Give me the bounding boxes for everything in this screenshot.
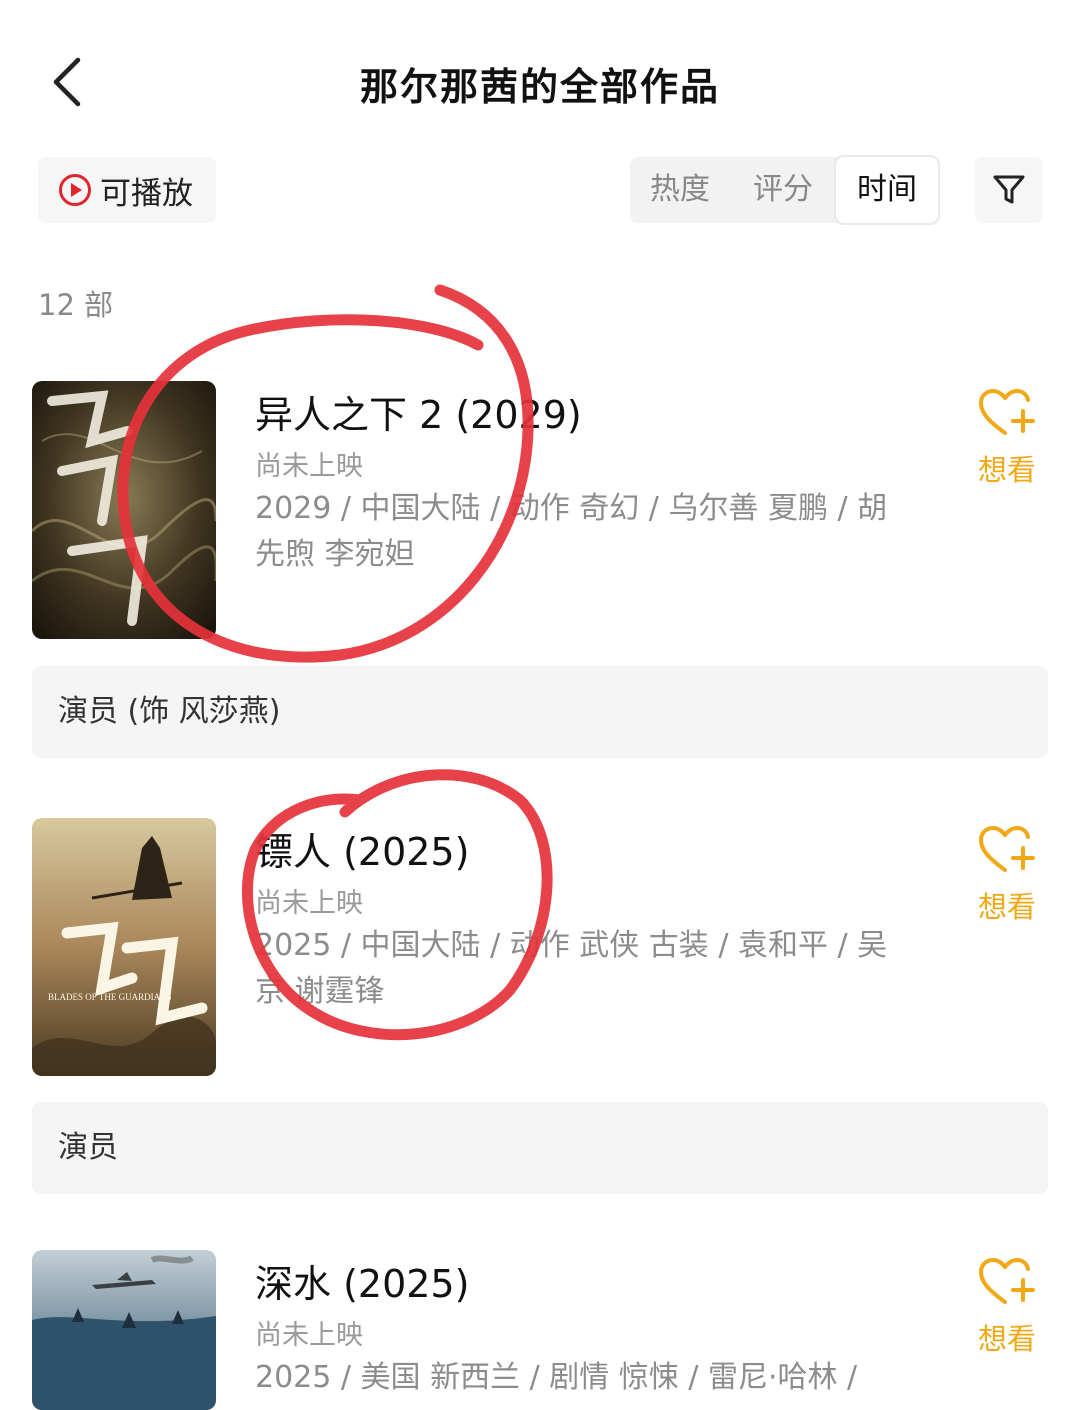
movie-title[interactable]: 镖人 (2025) [255, 821, 469, 876]
heart-plus-icon [979, 389, 1035, 435]
want-to-watch-button[interactable]: 想看 [972, 387, 1042, 489]
want-label: 想看 [977, 1322, 1036, 1356]
sort-hot-tab[interactable]: 热度 [630, 157, 730, 223]
movie-meta: 2025 / 美国 新西兰 / 剧情 惊悚 / 雷尼·哈林 / [255, 1360, 858, 1395]
movie-poster[interactable] [32, 381, 216, 639]
sort-segmented-control: 热度 评分 时间 [630, 157, 938, 223]
page-title: 那尔那茜的全部作品 [359, 65, 720, 109]
movie-poster[interactable]: BLADES OF THE GUARDIANS [32, 818, 216, 1076]
sort-time-tab[interactable]: 时间 [836, 157, 938, 223]
poster-image: BLADES OF THE GUARDIANS [32, 818, 216, 1076]
play-circle-icon [59, 174, 91, 206]
poster-caption: BLADES OF THE GUARDIANS [48, 992, 172, 1002]
want-label: 想看 [977, 890, 1036, 924]
poster-image [32, 1250, 216, 1410]
filter-button[interactable] [975, 157, 1043, 223]
movie-poster[interactable] [32, 1250, 216, 1410]
playable-filter-button[interactable]: 可播放 [38, 157, 216, 223]
heart-plus-icon [979, 826, 1035, 872]
works-count: 12 部 [38, 288, 114, 322]
release-status: 尚未上映 [255, 888, 363, 919]
playable-label: 可播放 [100, 175, 193, 212]
filter-funnel-icon [993, 175, 1025, 204]
movie-meta: 2025 / 中国大陆 / 动作 武侠 古装 / 袁和平 / 吴京 谢霆锋 [255, 928, 888, 1009]
want-label: 想看 [977, 453, 1036, 487]
movie-meta: 2029 / 中国大陆 / 动作 奇幻 / 乌尔善 夏鹏 / 胡先煦 李宛妲 [255, 491, 888, 572]
heart-plus-icon [979, 1258, 1035, 1304]
movie-title[interactable]: 深水 (2025) [255, 1253, 469, 1308]
role-info: 演员 [32, 1102, 1048, 1194]
poster-image [32, 381, 216, 639]
release-status: 尚未上映 [255, 451, 363, 482]
movie-title[interactable]: 异人之下 2 (2029) [255, 384, 582, 439]
role-info: 演员 (饰 风莎燕) [32, 666, 1048, 758]
want-to-watch-button[interactable]: 想看 [972, 824, 1042, 926]
sort-rating-tab[interactable]: 评分 [733, 157, 833, 223]
want-to-watch-button[interactable]: 想看 [972, 1256, 1042, 1358]
release-status: 尚未上映 [255, 1320, 363, 1351]
